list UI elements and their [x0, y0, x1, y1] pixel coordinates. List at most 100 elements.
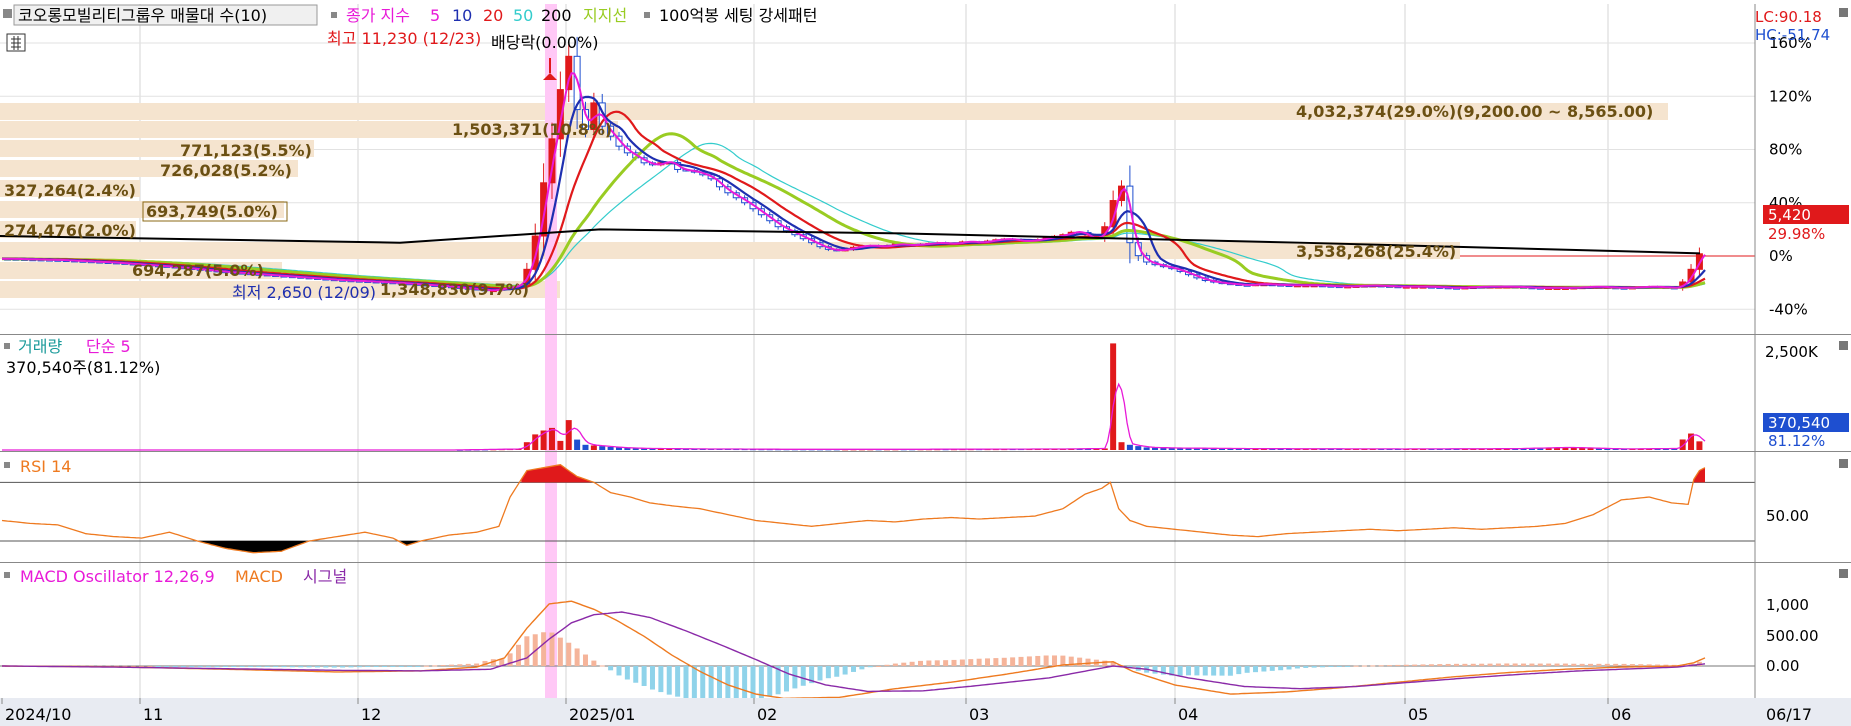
- macd-oscillator-bar: [1462, 663, 1468, 666]
- volume-bar: [565, 420, 572, 450]
- macd-oscillator-bar: [742, 666, 748, 702]
- macd-oscillator-bar: [323, 666, 329, 668]
- ex-dividend-highlight: [545, 4, 557, 698]
- macd-axis-500: 500.00: [1766, 627, 1819, 645]
- macd-oscillator-bar: [1454, 663, 1460, 666]
- volume-profile-label: 327,264(2.4%): [4, 181, 136, 200]
- macd-oscillator-bar: [1445, 663, 1451, 666]
- macd-oscillator-bar: [1428, 664, 1434, 666]
- price-axis-tick: 120%: [1769, 87, 1812, 105]
- macd-oscillator-bar: [1613, 663, 1619, 666]
- x-axis-tick: 06/17: [1766, 705, 1812, 724]
- rsi-level-label: 50.00: [1766, 507, 1809, 525]
- macd-oscillator-bar: [298, 666, 304, 668]
- volume-bar: [1679, 439, 1686, 450]
- macd-oscillator-bar: [1395, 664, 1401, 666]
- macd-oscillator-bar: [892, 663, 898, 666]
- macd-oscillator-bar: [1521, 663, 1527, 666]
- macd-oscillator-bar: [800, 666, 806, 686]
- panel-collapse-icon[interactable]: [1839, 341, 1848, 350]
- macd-oscillator-bar: [1378, 665, 1384, 667]
- macd-oscillator-bar: [599, 665, 605, 667]
- macd-oscillator-bar: [934, 660, 940, 666]
- macd-oscillator-bar: [474, 663, 480, 666]
- macd-oscillator-bar: [1470, 663, 1476, 666]
- macd-oscillator-bar: [976, 658, 982, 666]
- macd-oscillator-bar: [557, 637, 563, 666]
- macd-oscillator-bar: [1202, 666, 1208, 676]
- macd-oscillator-bar: [273, 666, 279, 668]
- macd-label: MACD: [235, 567, 283, 586]
- volume-bar: [607, 446, 614, 450]
- macd-oscillator-bar: [398, 666, 404, 667]
- macd-oscillator-bar: [566, 642, 572, 666]
- volume-ma-label: 단순 5: [86, 337, 131, 356]
- macd-oscillator-bar: [1588, 663, 1594, 666]
- x-axis-tick: 2024/10: [5, 705, 71, 724]
- macd-oscillator-bar: [1479, 663, 1485, 666]
- macd-oscillator-bar: [373, 666, 379, 667]
- macd-oscillator-bar: [381, 666, 387, 667]
- panel-collapse-icon[interactable]: [1839, 459, 1848, 468]
- volume-profile-label: 3,538,268(25.4%): [1296, 242, 1456, 261]
- macd-oscillator-bar: [164, 666, 170, 667]
- setting-label: 100억봉 세팅 강세패턴: [659, 6, 817, 25]
- macd-oscillator-bar: [541, 632, 547, 666]
- macd-oscillator-bar: [1537, 663, 1543, 666]
- macd-oscillator-bar: [1512, 663, 1518, 666]
- macd-oscillator-bar: [968, 659, 974, 666]
- panel-collapse-icon[interactable]: [1839, 569, 1848, 578]
- x-axis-tick: 2025/01: [569, 705, 635, 724]
- volume-profile-label: 726,028(5.2%): [160, 161, 292, 180]
- macd-oscillator-bar: [1152, 666, 1158, 674]
- volume-bar: [1135, 446, 1142, 450]
- hc-value: HC:-51.74: [1755, 26, 1830, 44]
- macd-oscillator-bar: [1562, 663, 1568, 666]
- macd-oscillator-bar: [591, 660, 597, 666]
- stock-chart: 4,032,374(29.0%)(9,200.00 ~ 8,565.00) 1,5…: [0, 4, 1851, 726]
- macd-oscillator-bar: [415, 666, 421, 667]
- macd-oscillator-bar: [658, 666, 664, 693]
- x-axis-tick: 11: [143, 705, 163, 724]
- macd-oscillator-bar: [440, 665, 446, 667]
- chart-title: 코오롱모빌리티그룹우 매물대 수(10): [18, 6, 267, 25]
- macd-oscillator-bar: [649, 666, 655, 690]
- price-axis-tick: 0%: [1769, 247, 1793, 265]
- macd-oscillator-bar: [524, 636, 530, 666]
- macd-oscillator-bar: [691, 666, 697, 700]
- macd-oscillator-bar: [859, 666, 865, 670]
- lc-value: LC:90.18: [1755, 8, 1822, 26]
- macd-oscillator-bar: [825, 666, 831, 679]
- panel-collapse-icon[interactable]: [1839, 8, 1848, 17]
- volume-bar: [1126, 444, 1133, 450]
- macd-oscillator-bar: [465, 663, 471, 666]
- macd-oscillator-bar: [716, 666, 722, 703]
- volume-bar: [1118, 442, 1125, 450]
- macd-oscillator-bar: [951, 659, 957, 666]
- macd-oscillator-bar: [1227, 666, 1233, 676]
- macd-oscillator-bar: [867, 666, 873, 668]
- macd-oscillator-bar: [314, 666, 320, 668]
- macd-oscillator-bar: [1604, 663, 1610, 666]
- macd-oscillator-bar: [624, 666, 630, 680]
- macd-oscillator-bar: [1571, 663, 1577, 666]
- signal-label: 시그널: [303, 567, 347, 586]
- volume-profile-label: 771,123(5.5%): [180, 141, 312, 160]
- macd-oscillator-bar: [214, 666, 220, 667]
- volume-bar: [590, 445, 597, 450]
- macd-oscillator-bar: [348, 666, 354, 668]
- macd-oscillator-bar: [675, 666, 681, 697]
- macd-oscillator-bar: [222, 666, 228, 667]
- volume-current: 370,540주(81.12%): [6, 358, 160, 377]
- macd-oscillator-bar: [1554, 663, 1560, 666]
- volume-bar: [574, 439, 581, 450]
- macd-oscillator-bar: [683, 666, 689, 699]
- macd-oscillator-bar: [582, 654, 588, 666]
- macd-oscillator-bar: [1286, 666, 1292, 670]
- macd-oscillator-bar: [666, 666, 672, 695]
- macd-oscillator-bar: [1646, 664, 1652, 666]
- ma200-label: 200: [541, 6, 572, 25]
- volume-bar: [599, 446, 606, 450]
- macd-oscillator-bar: [1328, 666, 1334, 667]
- macd-oscillator-bar: [515, 644, 521, 666]
